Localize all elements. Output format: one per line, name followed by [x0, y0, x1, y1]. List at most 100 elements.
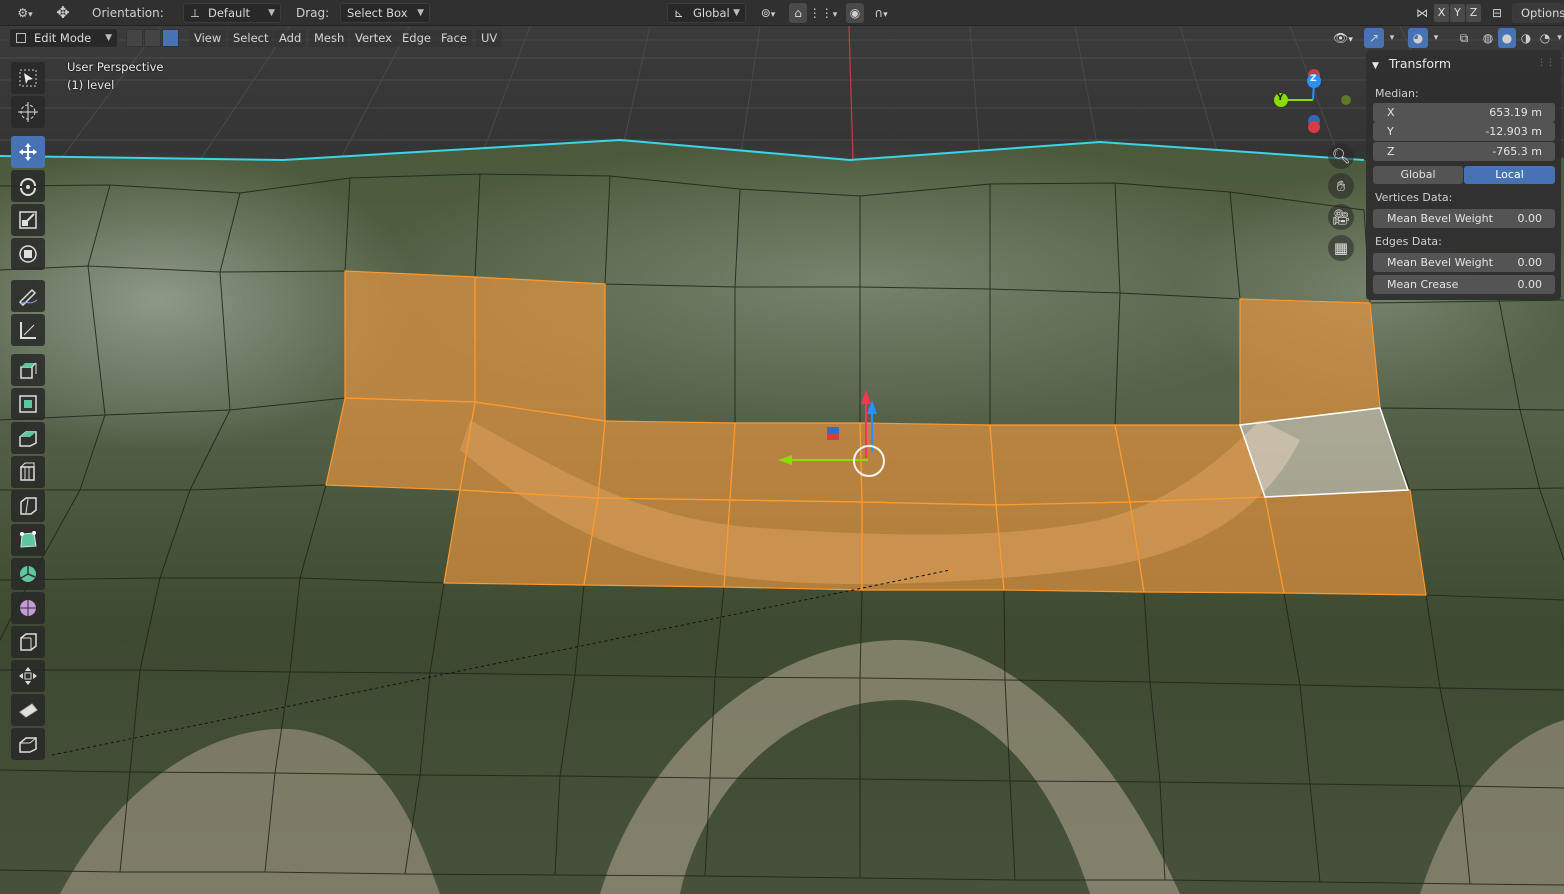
visibility-icon[interactable]: 👁▾ — [1327, 28, 1359, 48]
edit-mode-icon — [16, 33, 26, 43]
measure-ruler-icon — [20, 322, 36, 339]
panel-drag-grip-icon[interactable]: ⋮⋮ — [1537, 58, 1555, 68]
menu-add[interactable]: Add — [274, 30, 307, 47]
scale-icon — [19, 211, 37, 229]
mean-crease-field[interactable]: Mean Crease 0.00 — [1373, 275, 1555, 294]
drag-label: Drag: — [296, 6, 330, 20]
zoom-icon[interactable]: 🔍︎ — [1328, 143, 1354, 169]
spin-tool[interactable] — [11, 558, 45, 590]
topology-mirror-icon[interactable]: ⊟ — [1488, 3, 1506, 23]
shear-icon — [19, 703, 38, 718]
median-label: Median: — [1375, 87, 1419, 100]
select-box-tool[interactable] — [11, 62, 45, 94]
transform-orientation-dropdown[interactable]: ⊾ Global ▼ — [667, 3, 746, 23]
solid-shading-icon[interactable]: ● — [1498, 28, 1516, 48]
poly-build-icon — [20, 531, 37, 548]
snap-target-icon[interactable]: ⋮⋮▾ — [808, 3, 838, 23]
vertices-data-label: Vertices Data: — [1375, 191, 1453, 204]
bevel-tool[interactable] — [11, 456, 45, 488]
viewport-header: Edit Mode ▼ View Select Add Mesh Vertex E… — [0, 26, 1564, 50]
shrink-fatten-icon — [19, 667, 37, 685]
transform-tool[interactable] — [11, 238, 45, 270]
annotate-tool[interactable] — [11, 280, 45, 312]
rotate-icon — [20, 178, 36, 196]
mirror-icon[interactable]: ⋈ — [1413, 3, 1431, 23]
active-face — [1238, 407, 1410, 498]
edges-data-label: Edges Data: — [1375, 235, 1442, 248]
top-header: ⚙▾ ✥ Orientation: ⊥ Default ▼ Drag: Selec… — [0, 0, 1564, 26]
rendered-shading-icon[interactable]: ◔ — [1536, 28, 1554, 48]
move-tool[interactable] — [11, 136, 45, 168]
median-y-field[interactable]: Y -12.903 m — [1373, 122, 1555, 141]
shrink-fatten-tool[interactable] — [11, 660, 45, 692]
move-tool-icon[interactable]: ✥ — [50, 3, 76, 23]
menu-select[interactable]: Select — [228, 30, 274, 47]
snap-icon[interactable]: ⌂ — [789, 3, 807, 23]
orientation-axes-icon: ⊥ — [190, 6, 201, 20]
sidebar-transform-panel: ⋮⋮ ▼ Transform Median: X 653.19 m Y -12.90… — [1366, 50, 1561, 300]
panel-header[interactable]: ▼ Transform — [1372, 56, 1451, 71]
move-arrows-icon — [19, 143, 37, 161]
gizmo-dropdown-icon[interactable]: ▾ — [1385, 28, 1399, 48]
local-toggle[interactable]: Local — [1464, 166, 1555, 184]
rotate-tool[interactable] — [11, 170, 45, 202]
overlay-dropdown-icon[interactable]: ▾ — [1429, 28, 1443, 48]
rip-region-tool[interactable] — [11, 728, 45, 760]
scale-tool[interactable] — [11, 204, 45, 236]
3d-cursor-icon — [18, 102, 38, 122]
edge-select-mode-button[interactable] — [144, 29, 161, 47]
mirror-x-button[interactable]: X — [1434, 4, 1449, 22]
menu-edge[interactable]: Edge — [397, 30, 436, 47]
perspective-grid-icon[interactable]: ▦ — [1328, 235, 1354, 261]
global-axes-icon: ⊾ — [674, 6, 684, 20]
orientation-dropdown[interactable]: ⊥ Default ▼ — [183, 3, 281, 23]
global-toggle[interactable]: Global — [1373, 166, 1463, 184]
transform-pivot-icon[interactable]: ⚙▾ — [10, 3, 40, 23]
falloff-icon[interactable]: ∩▾ — [866, 3, 896, 23]
material-shading-icon[interactable]: ◑ — [1517, 28, 1535, 48]
pan-hand-icon[interactable]: ✋︎ — [1328, 173, 1354, 199]
edge-slide-tool[interactable] — [11, 626, 45, 658]
pivot-point-icon[interactable]: ⊚▾ — [754, 3, 782, 23]
menu-vertex[interactable]: Vertex — [350, 30, 397, 47]
panel-title: Transform — [1388, 56, 1452, 71]
mirror-z-button[interactable]: Z — [1466, 4, 1481, 22]
gizmo-y-label[interactable]: Y — [1277, 93, 1284, 103]
cursor-tool[interactable] — [11, 96, 45, 128]
menu-view[interactable]: View — [189, 30, 227, 47]
measure-tool[interactable] — [11, 314, 45, 346]
shear-tool[interactable] — [11, 694, 45, 726]
mode-dropdown[interactable]: Edit Mode ▼ — [9, 28, 118, 48]
collapse-triangle-icon: ▼ — [1372, 61, 1379, 71]
options-dropdown[interactable]: Options — [1512, 3, 1564, 23]
smooth-vertices-icon — [20, 600, 36, 616]
rip-region-icon — [19, 737, 37, 753]
proportional-edit-icon[interactable]: ◉ — [846, 3, 864, 23]
inset-tool[interactable] — [11, 422, 45, 454]
median-z-field[interactable]: Z -765.3 m — [1373, 142, 1555, 161]
median-x-field[interactable]: X 653.19 m — [1373, 103, 1555, 122]
vertex-mean-bevel-weight-field[interactable]: Mean Bevel Weight 0.00 — [1373, 209, 1555, 228]
spin-icon — [20, 566, 36, 582]
smooth-tool[interactable] — [11, 592, 45, 624]
knife-tool[interactable] — [11, 524, 45, 556]
shading-dropdown-icon[interactable]: ▾ — [1555, 28, 1564, 48]
menu-face[interactable]: Face — [436, 30, 473, 47]
loop-cut-tool[interactable] — [11, 490, 45, 522]
wireframe-shading-icon[interactable]: ◍ — [1479, 28, 1497, 48]
mirror-y-button[interactable]: Y — [1450, 4, 1465, 22]
view-name: User Perspective — [67, 60, 164, 74]
gizmo-toggle-icon[interactable]: ↗ — [1364, 28, 1384, 48]
vertex-select-mode-button[interactable] — [126, 29, 143, 47]
extrude-tool[interactable] — [11, 388, 45, 420]
gizmo-z-label[interactable]: Z — [1310, 74, 1317, 84]
face-select-mode-button[interactable] — [162, 29, 179, 47]
menu-uv[interactable]: UV — [476, 30, 503, 47]
edge-mean-bevel-weight-field[interactable]: Mean Bevel Weight 0.00 — [1373, 253, 1555, 272]
menu-mesh[interactable]: Mesh — [309, 30, 350, 47]
add-cube-tool[interactable] — [11, 354, 45, 386]
overlay-toggle-icon[interactable]: ◕ — [1408, 28, 1428, 48]
drag-dropdown[interactable]: Select Box ▼ — [340, 3, 430, 23]
xray-toggle-icon[interactable]: ⧉ — [1454, 28, 1474, 48]
camera-view-icon[interactable]: 🎥︎ — [1328, 204, 1354, 230]
